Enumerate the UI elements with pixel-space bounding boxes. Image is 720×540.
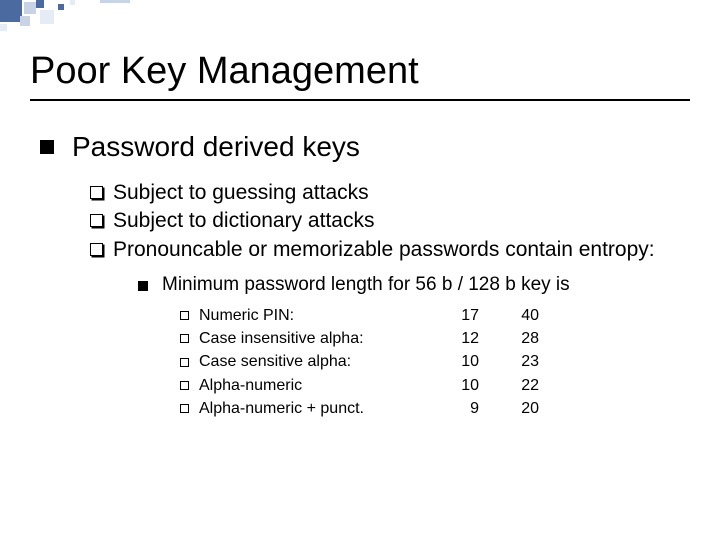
title-rule xyxy=(30,99,690,101)
row-label: Alpha-numeric xyxy=(199,374,409,397)
level1-text: Password derived keys xyxy=(72,131,360,163)
row-128b: 22 xyxy=(479,374,539,397)
bullet-level2-group: Subject to guessing attacks Subject to d… xyxy=(90,179,690,264)
level2-text: Subject to dictionary attacks xyxy=(113,207,374,235)
square-shadow-icon xyxy=(90,214,103,227)
table-row: Case insensitive alpha: 12 28 xyxy=(180,327,690,350)
bullet-level3: Minimum password length for 56 b / 128 b… xyxy=(138,274,690,296)
level2-text: Pronouncable or memorizable passwords co… xyxy=(113,236,655,264)
square-filled-small-icon xyxy=(138,281,148,291)
row-56b: 17 xyxy=(409,304,479,327)
square-hollow-icon xyxy=(180,311,189,320)
level3-text: Minimum password length for 56 b / 128 b… xyxy=(162,274,570,296)
row-label: Numeric PIN: xyxy=(199,304,409,327)
bullet-level2: Subject to dictionary attacks xyxy=(90,207,690,235)
row-label: Alpha-numeric + punct. xyxy=(199,397,409,420)
square-hollow-icon xyxy=(180,358,189,367)
table-row: Numeric PIN: 17 40 xyxy=(180,304,690,327)
square-filled-icon xyxy=(40,140,54,154)
row-56b: 12 xyxy=(409,327,479,350)
row-56b: 9 xyxy=(409,397,479,420)
row-56b: 10 xyxy=(409,350,479,373)
table-row: Alpha-numeric 10 22 xyxy=(180,374,690,397)
level2-text: Subject to guessing attacks xyxy=(113,179,369,207)
row-56b: 10 xyxy=(409,374,479,397)
square-shadow-icon xyxy=(90,186,103,199)
square-hollow-icon xyxy=(180,404,189,413)
corner-decoration xyxy=(0,0,150,30)
square-shadow-icon xyxy=(90,243,103,256)
square-hollow-icon xyxy=(180,334,189,343)
table-row: Alpha-numeric + punct. 9 20 xyxy=(180,397,690,420)
row-128b: 40 xyxy=(479,304,539,327)
slide-title: Poor Key Management xyxy=(30,50,690,93)
row-label: Case insensitive alpha: xyxy=(199,327,409,350)
slide-body: Poor Key Management Password derived key… xyxy=(0,0,720,420)
bullet-level1: Password derived keys xyxy=(40,131,690,163)
bullet-level2: Pronouncable or memorizable passwords co… xyxy=(90,236,690,264)
row-128b: 20 xyxy=(479,397,539,420)
length-table: Numeric PIN: 17 40 Case insensitive alph… xyxy=(180,304,690,420)
bullet-level2: Subject to guessing attacks xyxy=(90,179,690,207)
table-row: Case sensitive alpha: 10 23 xyxy=(180,350,690,373)
row-128b: 28 xyxy=(479,327,539,350)
row-128b: 23 xyxy=(479,350,539,373)
square-hollow-icon xyxy=(180,381,189,390)
row-label: Case sensitive alpha: xyxy=(199,350,409,373)
